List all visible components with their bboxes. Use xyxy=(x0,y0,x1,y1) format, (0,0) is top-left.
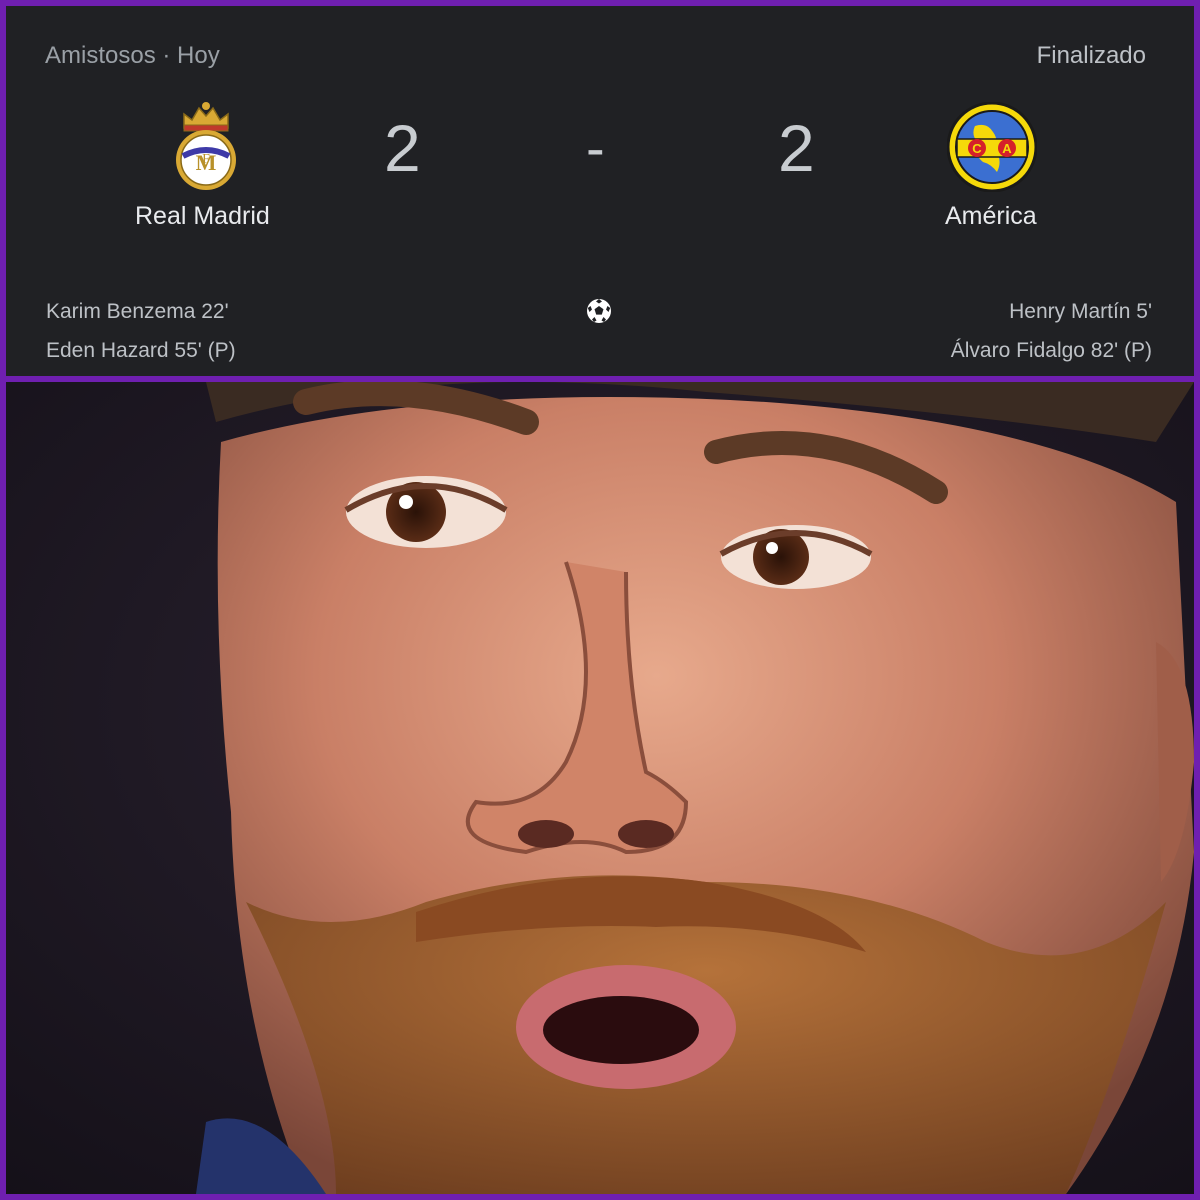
competition-label: Amistosos · Hoy xyxy=(45,42,220,69)
match-status: Finalizado xyxy=(1036,42,1146,69)
away-scorer-2: Álvaro Fidalgo 82' (P) xyxy=(950,339,1152,362)
home-scorer-2: Eden Hazard 55' (P) xyxy=(46,339,236,362)
svg-text:C: C xyxy=(972,141,982,156)
real-madrid-crest-icon[interactable]: M F xyxy=(170,98,242,194)
score-separator: - xyxy=(586,116,605,179)
svg-text:A: A xyxy=(1002,141,1012,156)
home-scorer-1: Karim Benzema 22' xyxy=(46,300,229,323)
svg-text:F: F xyxy=(202,152,210,167)
reaction-photo xyxy=(6,382,1194,1194)
away-scorer-1: Henry Martín 5' xyxy=(1009,300,1152,323)
home-score: 2 xyxy=(384,111,421,185)
match-score-card[interactable]: Amistosos · Hoy Finalizado M F 2 - 2 C A… xyxy=(6,6,1194,376)
away-team-name[interactable]: América xyxy=(945,202,1037,231)
meme-frame: Amistosos · Hoy Finalizado M F 2 - 2 C A… xyxy=(0,0,1200,1200)
soccer-ball-icon xyxy=(585,297,613,325)
away-score: 2 xyxy=(778,111,815,185)
home-team-name[interactable]: Real Madrid xyxy=(135,202,270,231)
club-america-crest-icon[interactable]: C A xyxy=(946,101,1038,193)
